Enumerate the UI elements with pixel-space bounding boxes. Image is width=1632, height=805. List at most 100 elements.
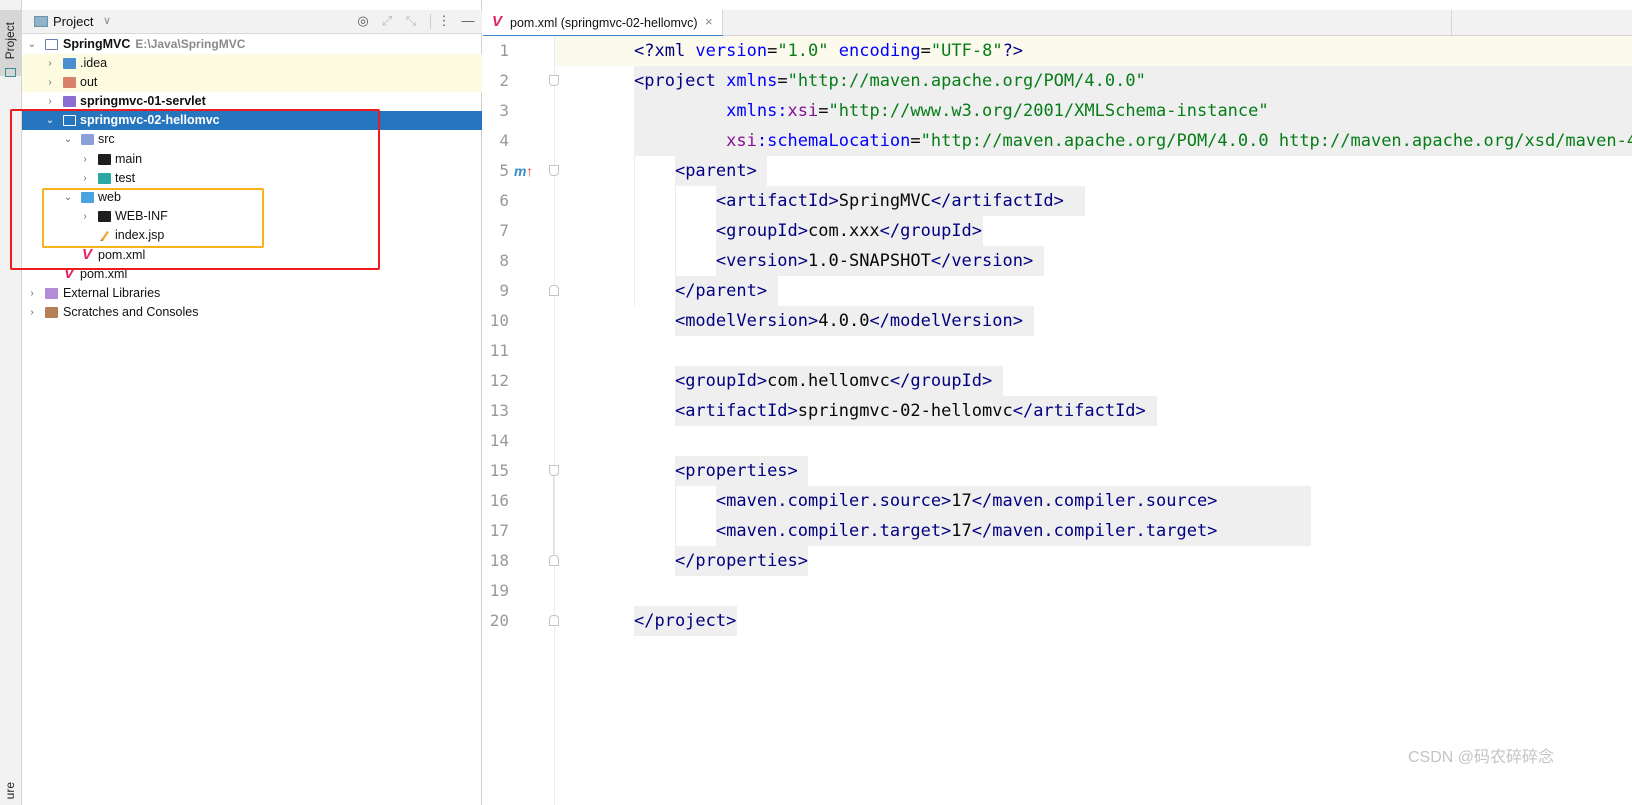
tree-item-label: .idea xyxy=(80,56,108,70)
code-line-text: </parent> xyxy=(674,281,768,301)
structure-tool-tab-label[interactable]: ure xyxy=(3,782,17,799)
code-line[interactable]: <artifactId>SpringMVC</artifactId> xyxy=(555,186,1632,216)
code-line-text: <maven.compiler.target>17</maven.compile… xyxy=(715,521,1218,541)
chevron-down-icon[interactable]: ⌄ xyxy=(26,35,38,54)
editor-pane: V pom.xml (springmvc-02-hellomvc) × 1234… xyxy=(483,0,1632,805)
tree-item-label: External Libraries xyxy=(63,286,161,300)
scratches-icon xyxy=(45,307,58,318)
project-tool-icon xyxy=(5,68,16,77)
code-line[interactable]: <groupId>com.hellomvc</groupId> xyxy=(555,366,1632,396)
chevron-right-icon[interactable]: › xyxy=(26,303,38,322)
code-line-text: <parent> xyxy=(674,161,757,181)
editor-gutter[interactable]: 1 2 3 4 5 6 7 8 9 10 11 12 13 14 15 16 17 18 19 20 m ↑ xyxy=(483,36,559,805)
code-line[interactable]: <version>1.0-SNAPSHOT</version> xyxy=(555,246,1632,276)
code-line-text: xsi:schemaLocation="http://maven.apache.… xyxy=(726,131,1632,151)
chevron-right-icon[interactable]: › xyxy=(44,73,56,92)
tree-item[interactable]: › .idea xyxy=(22,54,482,73)
options-icon[interactable]: ⋮ xyxy=(436,13,452,29)
line-number: 18 xyxy=(489,551,509,570)
collapse-all-icon[interactable]: ⤡ xyxy=(403,13,419,29)
code-line-text: <maven.compiler.source>17</maven.compile… xyxy=(715,491,1218,511)
line-number: 10 xyxy=(489,311,509,330)
code-line-text: </project> xyxy=(634,611,737,631)
code-line-text: <version>1.0-SNAPSHOT</version> xyxy=(715,251,1034,271)
code-line-text: <project xmlns="http://maven.apache.org/… xyxy=(634,71,1146,91)
locate-icon[interactable]: ◎ xyxy=(355,13,371,29)
tree-item-label: out xyxy=(80,75,98,89)
code-line[interactable]: <?xml version="1.0" encoding="UTF-8"?> xyxy=(555,36,1632,66)
maven-parent-icon[interactable]: m xyxy=(514,156,526,186)
code-line[interactable] xyxy=(555,336,1632,366)
line-number: 2 xyxy=(499,71,509,90)
tree-item[interactable]: › out xyxy=(22,73,482,92)
code-line-text: <?xml version="1.0" encoding="UTF-8"?> xyxy=(634,41,1024,61)
code-line[interactable]: <project xmlns="http://maven.apache.org/… xyxy=(555,66,1632,96)
code-line-text: </properties> xyxy=(674,551,809,571)
code-line[interactable]: </properties> xyxy=(555,546,1632,576)
line-number: 13 xyxy=(489,401,509,420)
code-line-text: <groupId>com.xxx</groupId> xyxy=(715,221,983,241)
project-panel-title[interactable]: Project xyxy=(53,14,93,29)
navigate-up-icon[interactable]: ↑ xyxy=(526,156,533,186)
code-line[interactable]: <maven.compiler.target>17</maven.compile… xyxy=(555,516,1632,546)
module-folder-icon xyxy=(63,96,76,107)
code-line-text: xmlns:xsi="http://www.w3.org/2001/XMLSch… xyxy=(726,101,1269,121)
close-icon[interactable]: × xyxy=(705,14,713,29)
fold-range-line xyxy=(553,476,554,554)
code-line-text: <groupId>com.hellomvc</groupId> xyxy=(674,371,993,391)
line-number: 14 xyxy=(489,431,509,450)
line-number: 3 xyxy=(499,101,509,120)
tree-item[interactable]: › Scratches and Consoles xyxy=(22,303,482,322)
code-line-text: <modelVersion>4.0.0</modelVersion> xyxy=(674,311,1023,331)
project-view-icon xyxy=(34,16,48,27)
code-line[interactable]: </parent> xyxy=(555,276,1632,306)
tab-bar-divider xyxy=(1451,10,1452,36)
excluded-folder-icon xyxy=(63,77,76,88)
code-line-text: <artifactId>SpringMVC</artifactId> xyxy=(715,191,1064,211)
line-number: 16 xyxy=(489,491,509,510)
code-line-text: <properties> xyxy=(674,461,798,481)
code-line[interactable]: <artifactId>springmvc-02-hellomvc</artif… xyxy=(555,396,1632,426)
code-line[interactable] xyxy=(555,426,1632,456)
line-number: 7 xyxy=(499,221,509,240)
view-selector-chevron-down-icon[interactable]: ∨ xyxy=(103,14,111,27)
code-line-text: <artifactId>springmvc-02-hellomvc</artif… xyxy=(674,401,1146,421)
tree-item[interactable]: › External Libraries xyxy=(22,284,482,303)
line-number: 17 xyxy=(489,521,509,540)
tree-item-label: Scratches and Consoles xyxy=(63,305,199,319)
watermark: CSDN @码农碎碎念 xyxy=(1407,749,1554,766)
code-line[interactable]: <maven.compiler.source>17</maven.compile… xyxy=(555,486,1632,516)
hide-panel-icon[interactable]: — xyxy=(460,13,476,29)
library-icon xyxy=(45,288,58,299)
code-line[interactable]: xsi:schemaLocation="http://maven.apache.… xyxy=(555,126,1632,156)
expand-all-icon[interactable]: ⤢ xyxy=(379,13,395,29)
module-folder-icon xyxy=(45,39,58,50)
code-line[interactable]: xmlns:xsi="http://www.w3.org/2001/XMLSch… xyxy=(555,96,1632,126)
code-line[interactable]: </project> xyxy=(555,606,1632,636)
tree-item-label: SpringMVC E:\Java\SpringMVC xyxy=(63,37,246,51)
folder-icon xyxy=(63,58,76,69)
code-line[interactable] xyxy=(555,576,1632,606)
maven-file-icon: V xyxy=(492,13,503,30)
project-tool-tab[interactable]: Project xyxy=(0,10,21,77)
code-line[interactable]: <groupId>com.xxx</groupId> xyxy=(555,216,1632,246)
line-number: 9 xyxy=(499,281,509,300)
line-number: 20 xyxy=(489,611,509,630)
tree-item[interactable]: ⌄ SpringMVC E:\Java\SpringMVC xyxy=(22,35,482,54)
code-line[interactable]: <modelVersion>4.0.0</modelVersion> xyxy=(555,306,1632,336)
code-line[interactable]: <properties> xyxy=(555,456,1632,486)
line-number: 6 xyxy=(499,191,509,210)
line-number: 5 xyxy=(499,161,509,180)
chevron-right-icon[interactable]: › xyxy=(26,284,38,303)
project-panel-header: Project ∨ ◎ ⤢ ⤡ ⋮ — xyxy=(22,10,482,34)
chevron-right-icon[interactable]: › xyxy=(44,54,56,73)
tree-item-path: E:\Java\SpringMVC xyxy=(135,37,246,51)
line-number: 15 xyxy=(489,461,509,480)
line-number: 12 xyxy=(489,371,509,390)
editor-tab-pom-xml[interactable]: V pom.xml (springmvc-02-hellomvc) × xyxy=(483,10,723,37)
line-number: 8 xyxy=(499,251,509,270)
project-tool-tab-label: Project xyxy=(3,22,17,60)
line-number: 1 xyxy=(499,41,509,60)
code-editor[interactable]: <?xml version="1.0" encoding="UTF-8"?> <p… xyxy=(555,36,1632,805)
code-line[interactable]: <parent> xyxy=(555,156,1632,186)
